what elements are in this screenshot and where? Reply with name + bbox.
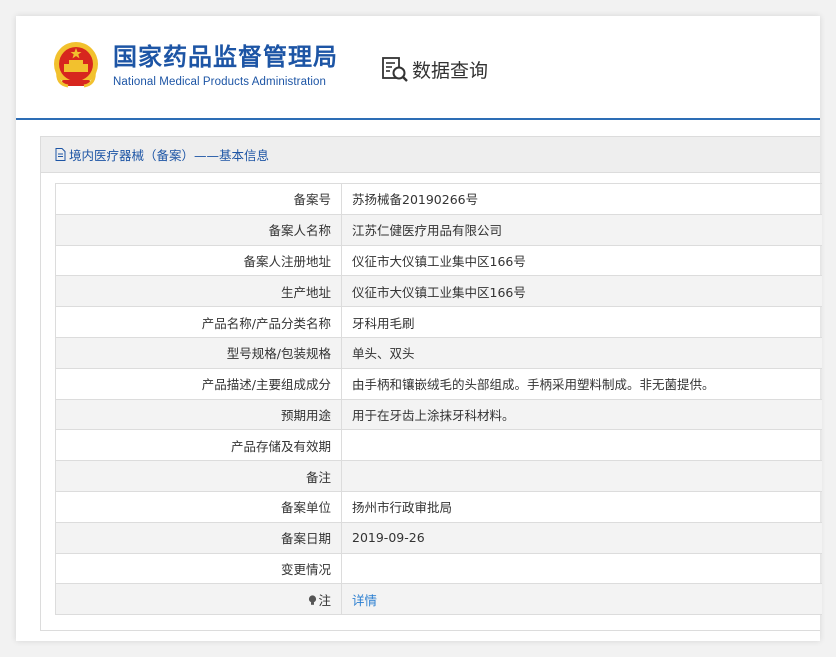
table-row: 型号规格/包装规格 单头、双头	[55, 336, 822, 369]
panel-title: 境内医疗器械（备案）——基本信息	[69, 148, 270, 163]
field-label: 备案人注册地址	[55, 244, 342, 277]
table-row: 产品名称/产品分类名称 牙科用毛刷	[55, 306, 822, 338]
national-emblem-icon	[54, 42, 98, 88]
field-value: 牙科用毛刷	[341, 306, 822, 338]
field-label: 备案单位	[55, 490, 342, 523]
note-label-cell: 注	[55, 583, 342, 616]
table-row: 备案日期 2019-09-26	[55, 521, 822, 554]
data-query-link[interactable]: 数据查询	[380, 54, 488, 84]
field-value: 由手柄和镶嵌绒毛的头部组成。手柄采用塑料制成。非无菌提供。	[341, 367, 822, 400]
document-icon	[55, 148, 66, 161]
table-row: 备注	[55, 460, 822, 492]
table-row: 变更情况	[55, 552, 822, 585]
data-query-label: 数据查询	[412, 59, 489, 82]
table-row: 预期用途 用于在牙齿上涂抹牙科材料。	[55, 398, 822, 431]
field-value	[341, 552, 822, 585]
field-label: 备案日期	[55, 521, 342, 554]
table-row: 备案人名称 江苏仁健医疗用品有限公司	[55, 213, 822, 246]
site-header: 国家药品监督管理局 National Medical Products Admi…	[16, 16, 820, 120]
note-label: 注	[318, 592, 331, 608]
table-row: 产品存储及有效期	[55, 429, 822, 462]
field-value	[341, 429, 822, 462]
field-label: 备注	[55, 460, 342, 492]
details-link[interactable]: 详情	[352, 593, 377, 608]
lightbulb-icon	[309, 595, 317, 605]
field-label: 产品名称/产品分类名称	[55, 306, 342, 338]
table-row: 注 详情	[55, 583, 822, 616]
panel-header: 境内医疗器械（备案）——基本信息	[41, 137, 820, 173]
field-label: 备案号	[55, 183, 342, 215]
field-label: 产品存储及有效期	[55, 429, 342, 462]
table-row: 备案人注册地址 仪征市大仪镇工业集中区166号	[55, 244, 822, 277]
field-label: 生产地址	[55, 275, 342, 308]
logo-english-name: National Medical Products Administration	[113, 76, 327, 88]
info-table: 备案号 苏扬械备20190266号 备案人名称 江苏仁健医疗用品有限公司 备案人…	[55, 183, 822, 616]
field-value: 仪征市大仪镇工业集中区166号	[341, 275, 822, 308]
field-label: 产品描述/主要组成成分	[55, 367, 342, 400]
field-label: 备案人名称	[55, 213, 342, 246]
field-value: 2019-09-26	[341, 521, 822, 554]
field-value: 单头、双头	[341, 336, 822, 369]
page: 国家药品监督管理局 National Medical Products Admi…	[16, 16, 822, 641]
field-value: 仪征市大仪镇工业集中区166号	[341, 244, 822, 277]
field-value: 江苏仁健医疗用品有限公司	[341, 213, 822, 246]
header-divider	[16, 118, 820, 120]
table-row: 生产地址 仪征市大仪镇工业集中区166号	[55, 275, 822, 308]
logo-chinese-name: 国家药品监督管理局	[113, 43, 338, 71]
site-logo[interactable]: 国家药品监督管理局 National Medical Products Admi…	[113, 42, 338, 88]
field-value: 苏扬械备20190266号	[341, 183, 822, 215]
table-row: 备案号 苏扬械备20190266号	[55, 183, 822, 215]
field-value: 用于在牙齿上涂抹牙科材料。	[341, 398, 822, 431]
note-value-cell: 详情	[341, 583, 822, 616]
field-value: 扬州市行政审批局	[341, 490, 822, 523]
field-label: 预期用途	[55, 398, 342, 431]
field-value	[341, 460, 822, 492]
field-label: 变更情况	[55, 552, 342, 585]
field-label: 型号规格/包装规格	[55, 336, 342, 369]
info-panel: 境内医疗器械（备案）——基本信息 备案号 苏扬械备20190266号 备案人名称…	[40, 136, 822, 631]
table-row: 备案单位 扬州市行政审批局	[55, 490, 822, 523]
table-row: 产品描述/主要组成成分 由手柄和镶嵌绒毛的头部组成。手柄采用塑料制成。非无菌提供…	[55, 367, 822, 400]
data-query-icon	[382, 57, 408, 82]
